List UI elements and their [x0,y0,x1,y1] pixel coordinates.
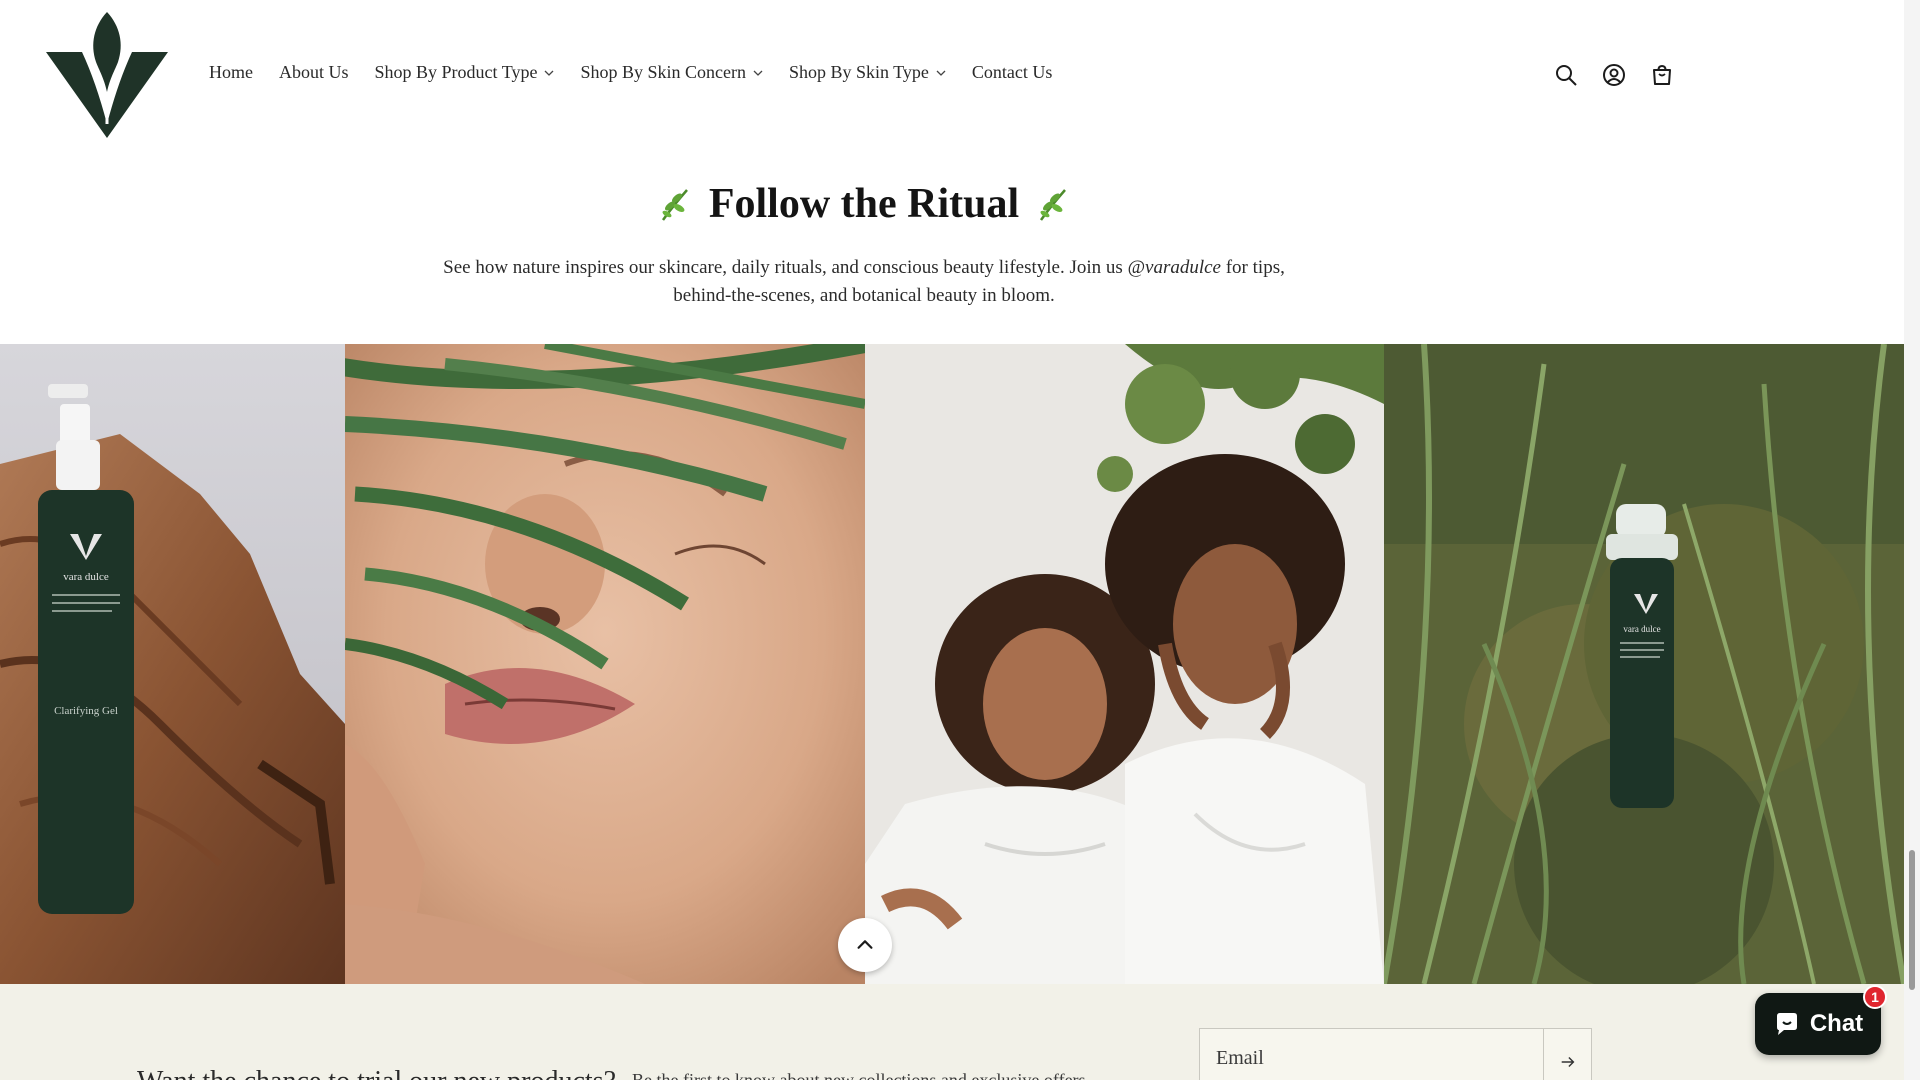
chevron-down-icon [544,68,554,78]
newsletter-heading: Want the chance to trial our new product… [137,1066,616,1080]
page-scrollbar[interactable] [1904,0,1920,1080]
bottle-brand: vara dulce [1623,624,1660,634]
search-icon[interactable] [1553,62,1579,88]
nav-contact-us[interactable]: Contact Us [972,62,1053,83]
nav-skin-concern-label: Shop By Skin Concern [580,62,746,82]
nav-skin-type-label: Shop By Skin Type [788,62,929,82]
nav-home[interactable]: Home [209,62,253,83]
ritual-heading: Follow the Ritual [0,180,1728,228]
newsletter-subtext: Be the first to know about new collectio… [632,1070,1091,1080]
herb-icon [1033,184,1073,224]
ritual-description: See how nature inspires our skincare, da… [430,254,1298,310]
ritual-title-text: Follow the Ritual [708,181,1020,227]
bottle-label: Clarifying Gel [54,705,118,717]
gallery-tile-day-cream[interactable]: vara dulce [1384,344,1904,984]
chat-button[interactable]: Chat [1755,993,1881,1055]
notification-badge: 1 [1863,985,1887,1009]
email-input[interactable] [1200,1029,1540,1080]
newsletter-section: Want the chance to trial our new product… [0,984,1904,1080]
nav-about-us[interactable]: About Us [279,62,349,83]
account-icon[interactable] [1601,62,1627,88]
site-header: Home About Us Shop By Product Type Shop … [0,0,1904,150]
chevron-up-icon [854,934,876,956]
arrow-right-icon [1559,1053,1577,1071]
nav-home-label: Home [209,62,253,82]
instagram-gallery: vara dulce Clarifying Gel vara dulce [0,344,1904,984]
nav-contact-label: Contact Us [971,62,1053,82]
brand-logo[interactable] [44,12,170,138]
chevron-down-icon [936,68,946,78]
gallery-tile-women-robes[interactable] [865,344,1384,984]
scrollbar-thumb[interactable] [1909,850,1915,990]
header-actions [1553,62,1675,88]
chat-label: Chat [1809,1010,1864,1037]
product-photo: vara dulce Clarifying Gel [0,344,345,984]
bottle-brand: vara dulce [63,571,109,583]
gallery-tile-clarifying-gel[interactable]: vara dulce Clarifying Gel [0,344,345,984]
nav-shop-by-skin-type[interactable]: Shop By Skin Type [789,62,946,83]
scroll-to-top-button[interactable] [838,918,892,972]
chevron-down-icon [753,68,763,78]
nav-about-label: About Us [279,62,349,82]
instagram-handle[interactable]: @varadulce [1128,257,1221,278]
cart-icon[interactable] [1649,62,1675,88]
nav-shop-by-skin-concern[interactable]: Shop By Skin Concern [580,62,763,83]
product-photo: vara dulce [1384,344,1904,984]
lifestyle-photo [865,344,1384,984]
subscribe-button[interactable] [1543,1029,1591,1080]
chat-bubble-icon [1773,1010,1801,1038]
email-field[interactable]: Email [1199,1028,1592,1080]
ritual-desc-before: See how nature inspires our skincare, da… [443,257,1123,278]
nav-shop-by-product-type[interactable]: Shop By Product Type [375,62,555,83]
nav-product-type-label: Shop By Product Type [374,62,538,82]
portrait-photo [345,344,865,984]
gallery-tile-face-closeup[interactable] [345,344,865,984]
main-nav: Home About Us Shop By Product Type Shop … [209,62,1078,83]
herb-icon [655,184,695,224]
